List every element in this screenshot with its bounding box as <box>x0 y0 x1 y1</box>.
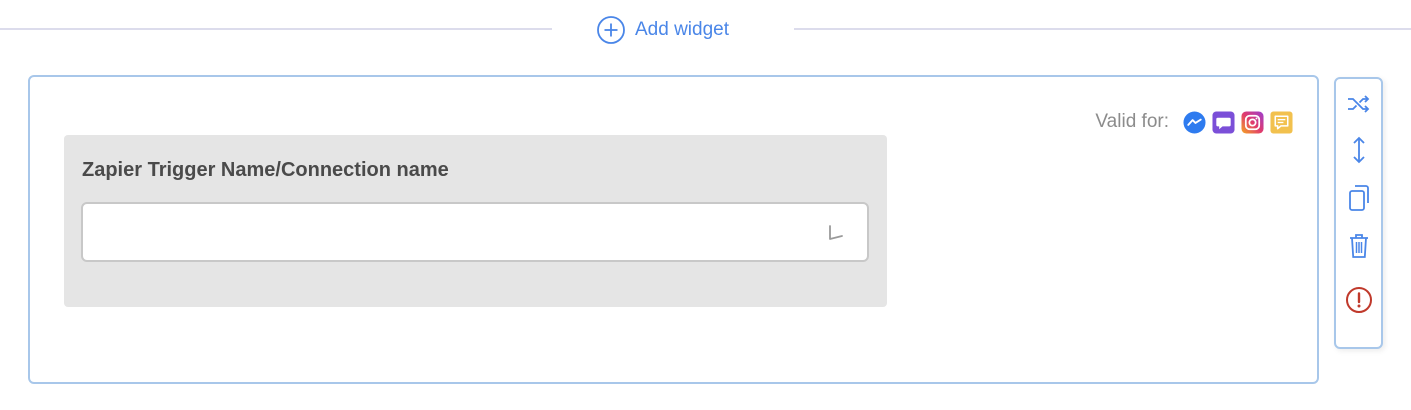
message-icon <box>1270 110 1293 134</box>
zapier-trigger-panel: Zapier Trigger Name/Connection name <box>64 135 887 307</box>
widget-card[interactable]: Valid for: Zapier Trigger Name/Connectio… <box>28 75 1319 384</box>
valid-for: Valid for: <box>1095 107 1293 137</box>
delete-button[interactable] <box>1345 231 1373 261</box>
alert-circle-icon <box>1345 286 1373 314</box>
widget-editor: Add widget Valid for: Zapier Trigger Nam… <box>0 0 1411 410</box>
instagram-icon <box>1241 110 1264 134</box>
shuffle-button[interactable] <box>1345 89 1373 119</box>
messenger-icon <box>1183 110 1206 134</box>
error-indicator[interactable] <box>1345 285 1373 315</box>
plus-circle-icon <box>596 15 626 45</box>
divider-line-right <box>794 28 1411 30</box>
trigger-name-select[interactable] <box>81 202 869 262</box>
add-widget-label: Add widget <box>635 19 730 40</box>
add-widget-button[interactable]: Add widget <box>596 14 729 46</box>
divider-line-left <box>0 28 552 30</box>
trigger-field-label: Zapier Trigger Name/Connection name <box>82 159 449 181</box>
chevron-down-icon <box>825 222 847 249</box>
widget-action-toolbar <box>1334 77 1383 349</box>
duplicate-button[interactable] <box>1345 183 1373 213</box>
vertical-resize-icon <box>1351 135 1367 165</box>
move-button[interactable] <box>1345 135 1373 165</box>
valid-for-label: Valid for: <box>1095 111 1169 132</box>
copy-icon <box>1347 184 1371 212</box>
chat-bubble-icon <box>1212 110 1235 134</box>
trash-icon <box>1348 232 1370 260</box>
shuffle-icon <box>1346 92 1372 116</box>
